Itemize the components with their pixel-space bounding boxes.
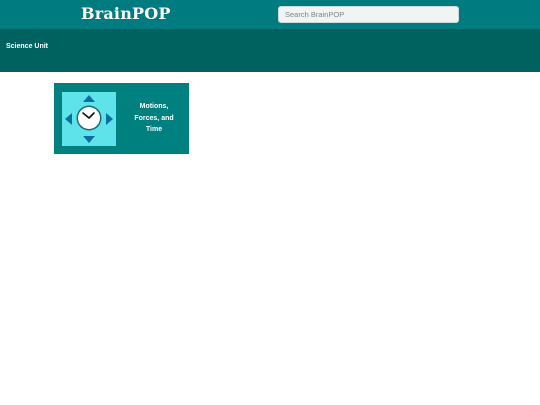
page-title: Science Unit	[6, 43, 49, 50]
label-line-3: Time	[145, 126, 163, 133]
search-input[interactable]	[278, 6, 459, 23]
brainpop-logo[interactable]: BrainPOP	[81, 4, 171, 24]
top-bar: BrainPOP	[0, 0, 540, 29]
topic-card-label: Motions, Forces, and Time	[126, 101, 182, 136]
unit-header-bar: Science Unit	[0, 29, 540, 72]
topic-card-motions-forces-time[interactable]: Motions, Forces, and Time	[54, 83, 189, 154]
label-line-2: Forces, and	[134, 114, 174, 122]
label-line-1: Motions,	[139, 103, 169, 110]
clock-with-arrows-icon	[62, 92, 116, 146]
